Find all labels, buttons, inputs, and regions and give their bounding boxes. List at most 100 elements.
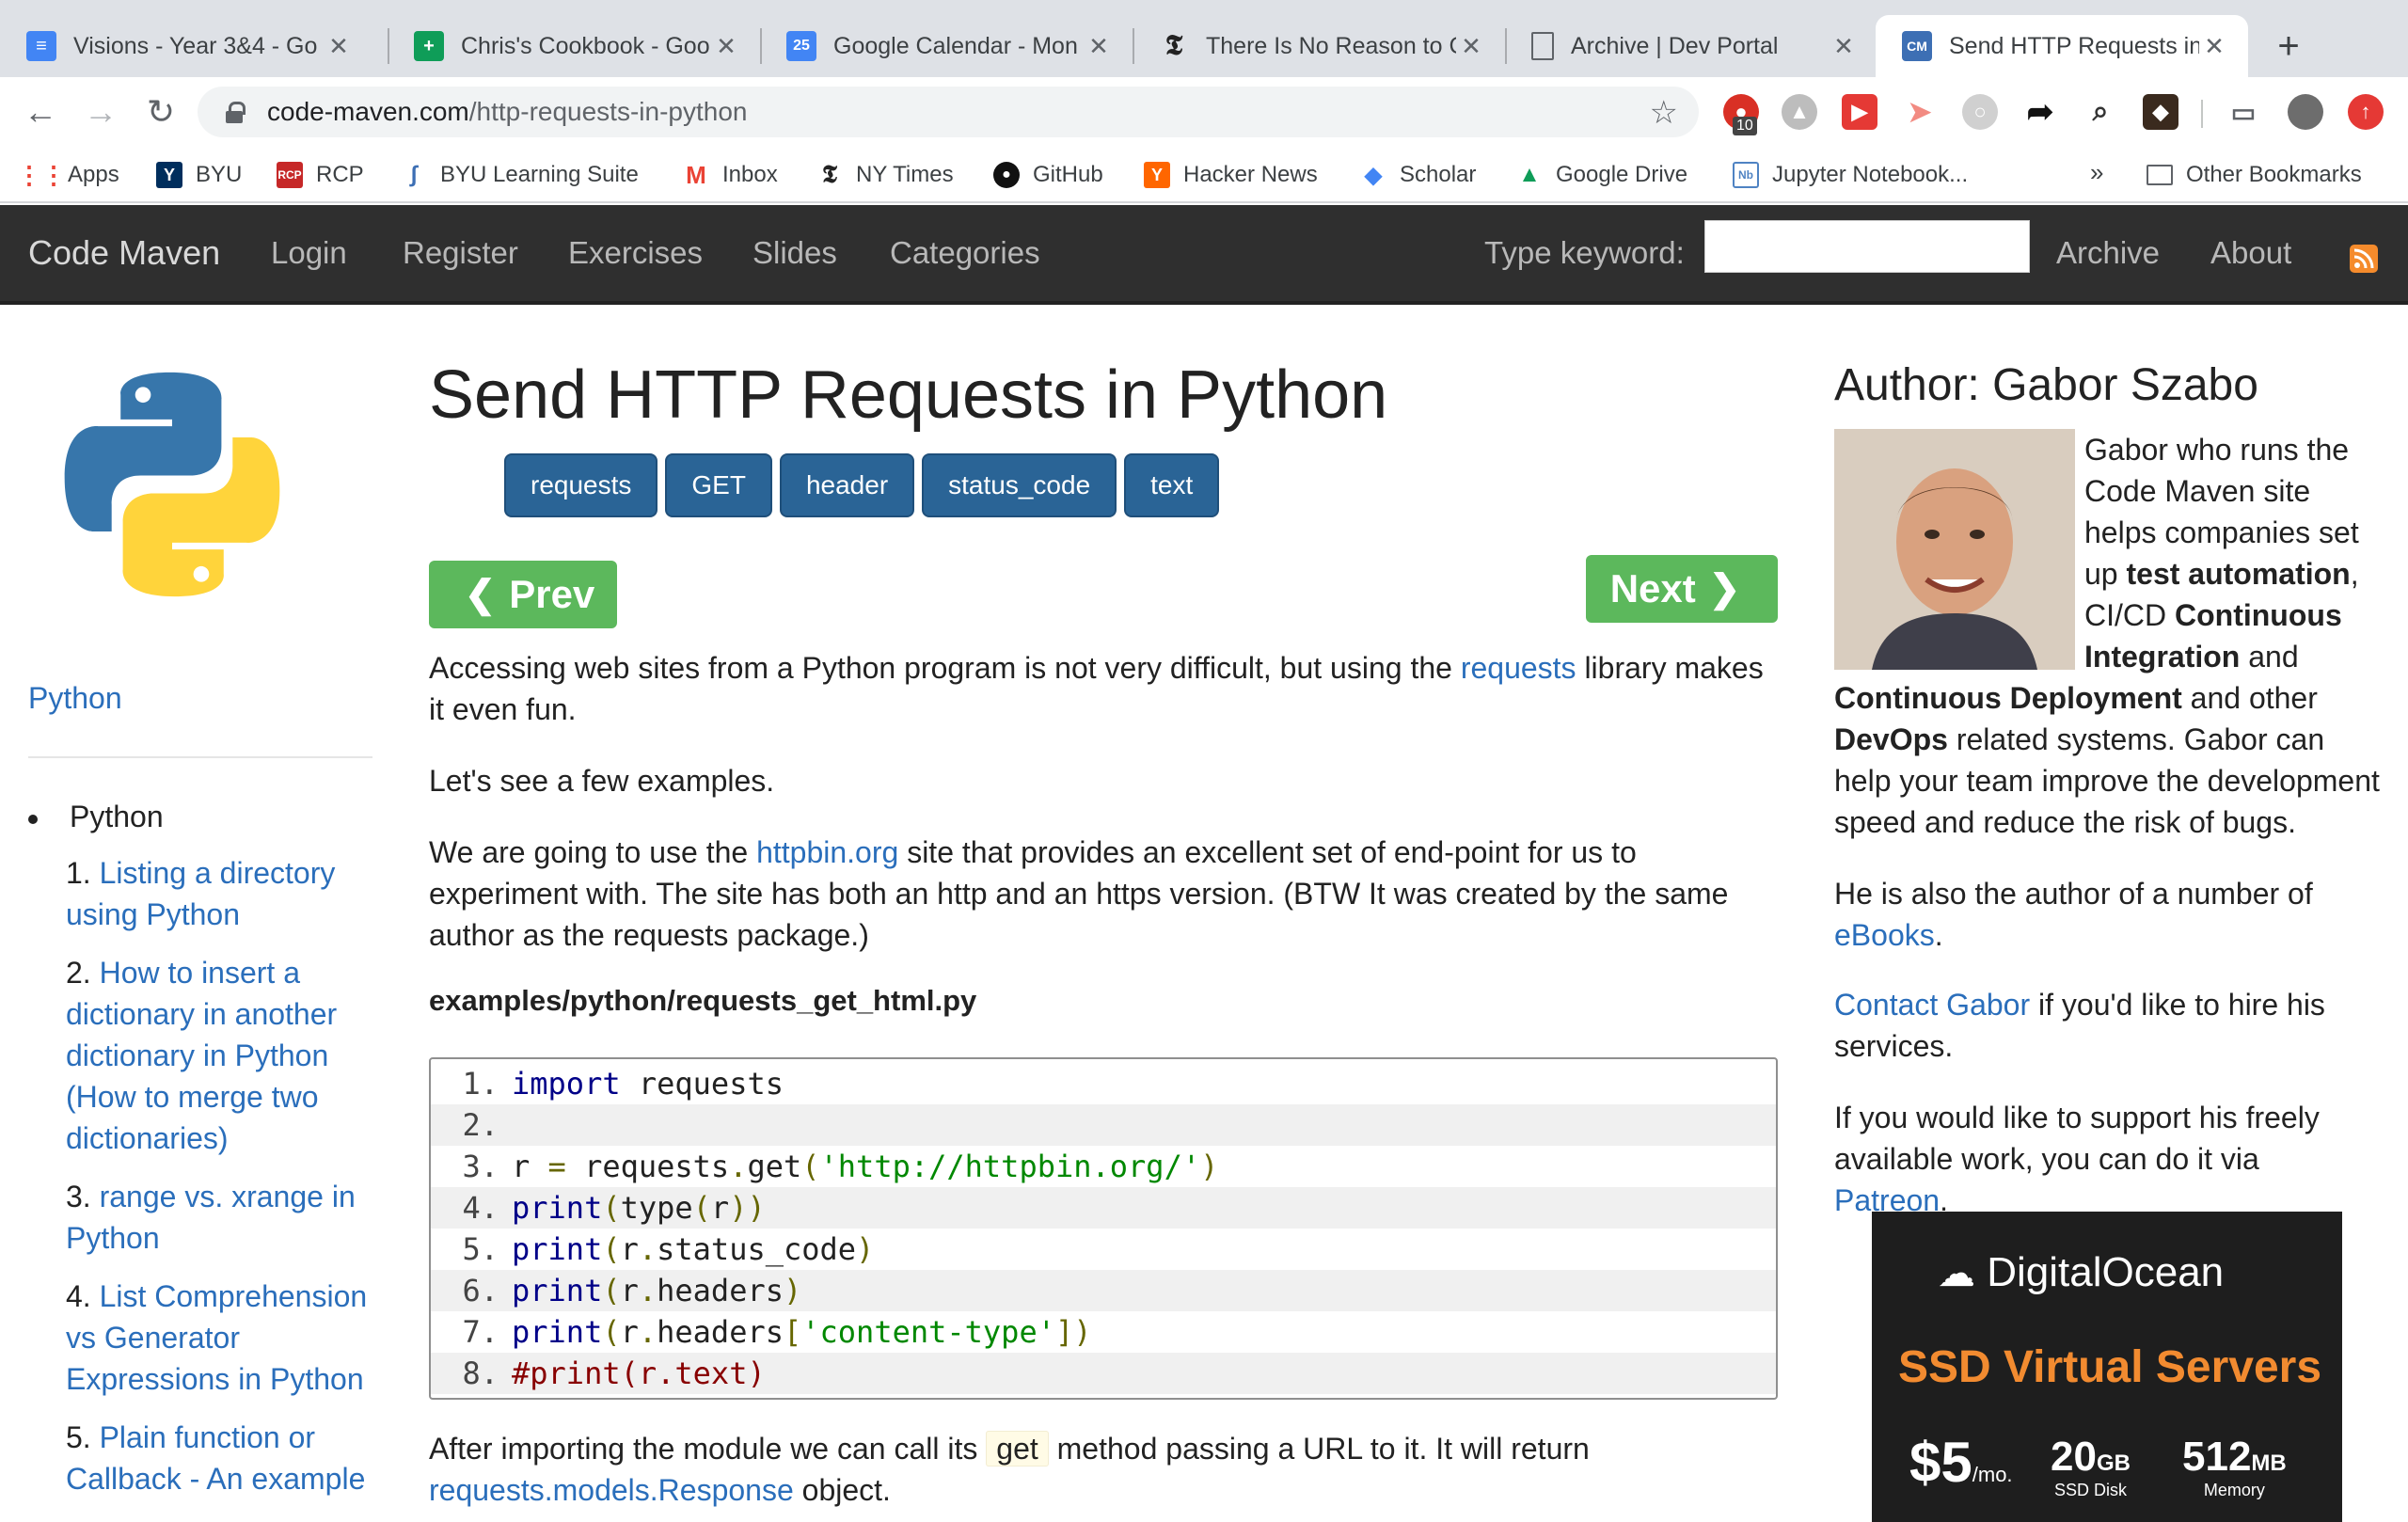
tag-button[interactable]: status_code — [922, 453, 1117, 517]
bookmark-byu[interactable]: Y BYU — [156, 158, 242, 192]
address-bar[interactable]: code-maven.com/http-requests-in-python ☆ — [198, 87, 1699, 137]
tab-title: There Is No Reason to C — [1206, 32, 1456, 59]
bookmark-byu-learning-suite[interactable]: ∫ BYU Learning Suite — [401, 158, 639, 192]
code-line: 3. r = requests.get('http://httpbin.org/'… — [462, 1149, 1219, 1184]
forward-share-icon[interactable]: ➦ — [2022, 94, 2058, 130]
close-icon[interactable]: ✕ — [324, 32, 354, 61]
ad-disk-spec: 20GB SSD Disk — [2051, 1434, 2131, 1499]
ad-headline: SSD Virtual Servers — [1898, 1342, 2322, 1392]
cat-extension-icon[interactable]: ◆ — [2143, 94, 2178, 130]
bookmark-apps[interactable]: ⋮⋮ Apps — [17, 158, 119, 192]
nav-register-link[interactable]: Register — [403, 235, 518, 271]
calendar-icon: 25 — [786, 31, 816, 61]
close-icon[interactable]: ✕ — [2199, 32, 2229, 61]
cast-icon[interactable]: ▭ — [2226, 94, 2261, 130]
more-bookmarks-chevron-icon[interactable]: » — [2090, 158, 2103, 187]
cast-share-icon[interactable]: ➤ — [1902, 94, 1938, 130]
bookmark-nytimes[interactable]: 𝕿 NY Times — [816, 158, 954, 192]
nav-exercises-link[interactable]: Exercises — [568, 235, 703, 271]
inline-code: get — [986, 1431, 1049, 1467]
bookmark-label: Jupyter Notebook... — [1772, 162, 1969, 187]
docs-icon: ≡ — [26, 31, 56, 61]
rss-feed-icon[interactable] — [2350, 245, 2378, 273]
related-article-link[interactable]: List Comprehension vs Generator Expressi… — [66, 1279, 367, 1396]
page-icon — [1531, 32, 1554, 60]
browser-tab[interactable]: 𝕿 There Is No Reason to C ✕ — [1133, 15, 1505, 77]
digitalocean-ad[interactable]: ☁ DigitalOcean SSD Virtual Servers $5/mo… — [1872, 1212, 2342, 1522]
back-arrow-icon[interactable]: ← — [19, 90, 62, 134]
paragraph: Let's see a few examples. — [429, 764, 775, 798]
bookmark-label: RCP — [316, 162, 364, 187]
search-extension-icon[interactable]: ⌕ — [2083, 94, 2118, 130]
bookmark-label: Other Bookmarks — [2186, 162, 2362, 187]
close-icon[interactable]: ✕ — [1084, 32, 1114, 61]
nav-archive-link[interactable]: Archive — [2056, 235, 2160, 271]
tag-button[interactable]: requests — [504, 453, 658, 517]
nytimes-icon: 𝕿 — [822, 160, 837, 188]
tag-button[interactable]: text — [1124, 453, 1220, 517]
response-link[interactable]: requests.models.Response — [429, 1473, 794, 1507]
nav-categories-link[interactable]: Categories — [890, 235, 1040, 271]
update-icon[interactable]: ↑ — [2348, 94, 2384, 130]
close-icon[interactable]: ✕ — [711, 32, 741, 61]
reload-icon[interactable]: ↻ — [139, 90, 182, 134]
tag-button[interactable]: header — [779, 453, 915, 517]
scholar-icon: ◆ — [1364, 162, 1383, 188]
python-logo[interactable] — [49, 361, 295, 608]
related-article-link[interactable]: How to insert a dictionary in another di… — [66, 956, 337, 1155]
prev-button[interactable]: ❮ Prev — [429, 561, 617, 628]
python-category-link[interactable]: Python — [28, 681, 122, 716]
video-extension-icon[interactable]: ▶ — [1842, 94, 1877, 130]
bookmark-jupyter[interactable]: Nb Jupyter Notebook... — [1733, 158, 1968, 192]
other-bookmarks-folder[interactable]: Other Bookmarks — [2147, 158, 2362, 192]
nav-slides-link[interactable]: Slides — [752, 235, 837, 271]
nav-about-link[interactable]: About — [2210, 235, 2291, 271]
github-icon: ● — [993, 162, 1020, 188]
code-filename: examples/python/requests_get_html.py — [429, 984, 977, 1017]
bookmark-inbox[interactable]: M Inbox — [683, 158, 778, 192]
ad-brand: ☁ DigitalOcean — [1938, 1249, 2225, 1295]
bookmark-google-drive[interactable]: ▲ Google Drive — [1516, 158, 1687, 192]
bookmark-rcp[interactable]: RCP RCP — [277, 158, 364, 192]
bookmark-hacker-news[interactable]: Y Hacker News — [1144, 158, 1318, 192]
record-icon[interactable]: ○ — [1962, 94, 1998, 130]
learning-suite-icon: ∫ — [410, 162, 418, 187]
author-heading: Author: Gabor Szabo — [1834, 360, 2258, 410]
chevron-right-icon: ❯ — [1708, 568, 1741, 610]
drive-extension-icon[interactable]: ▲ — [1782, 94, 1817, 130]
url-host: code-maven.com — [267, 97, 469, 126]
forward-arrow-icon[interactable]: → — [79, 90, 122, 134]
hackernews-icon: Y — [1144, 162, 1170, 188]
keyword-search-input[interactable] — [1704, 220, 2030, 273]
site-brand-link[interactable]: Code Maven — [28, 233, 220, 273]
close-icon[interactable]: ✕ — [1456, 32, 1486, 61]
bookmark-label: Scholar — [1400, 162, 1477, 187]
ebooks-link[interactable]: eBooks — [1834, 918, 1935, 952]
folder-icon — [2147, 165, 2173, 185]
new-tab-button[interactable]: + — [2267, 24, 2310, 68]
tag-button[interactable]: GET — [665, 453, 772, 517]
browser-tab[interactable]: 25 Google Calendar - Mon ✕ — [760, 15, 1133, 77]
requests-link[interactable]: requests — [1461, 651, 1576, 685]
nav-login-link[interactable]: Login — [271, 235, 347, 271]
chevron-left-icon: ❮ — [464, 574, 497, 615]
browser-tab[interactable]: Archive | Dev Portal ✕ — [1505, 15, 1877, 77]
related-article-link[interactable]: range vs. xrange in Python — [66, 1180, 356, 1255]
profile-avatar[interactable] — [2288, 94, 2323, 130]
bookmark-github[interactable]: ● GitHub — [993, 158, 1103, 192]
browser-tab[interactable]: ≡ Visions - Year 3&4 - Go ✕ — [0, 15, 372, 77]
contact-gabor-link[interactable]: Contact Gabor — [1834, 988, 2030, 1022]
close-icon[interactable]: ✕ — [1829, 32, 1859, 61]
bookmark-star-icon[interactable]: ☆ — [1650, 94, 1678, 132]
browser-tab[interactable]: + Chris's Cookbook - Goo ✕ — [388, 15, 760, 77]
related-article-link[interactable]: Listing a directory using Python — [66, 856, 335, 931]
url-path: /http-requests-in-python — [468, 97, 748, 126]
code-line: 6. print(r.headers) — [431, 1270, 1776, 1311]
browser-toolbar: ← → ↻ code-maven.com/http-requests-in-py… — [0, 77, 2408, 147]
rcp-icon: RCP — [277, 162, 303, 188]
next-button[interactable]: Next ❯ — [1586, 555, 1778, 623]
httpbin-link[interactable]: httpbin.org — [756, 835, 898, 869]
related-article-link[interactable]: Plain function or Callback - An example — [66, 1420, 365, 1496]
bookmark-scholar[interactable]: ◆ Scholar — [1360, 158, 1477, 192]
browser-tab-active[interactable]: CM Send HTTP Requests in ✕ — [1876, 15, 2248, 77]
